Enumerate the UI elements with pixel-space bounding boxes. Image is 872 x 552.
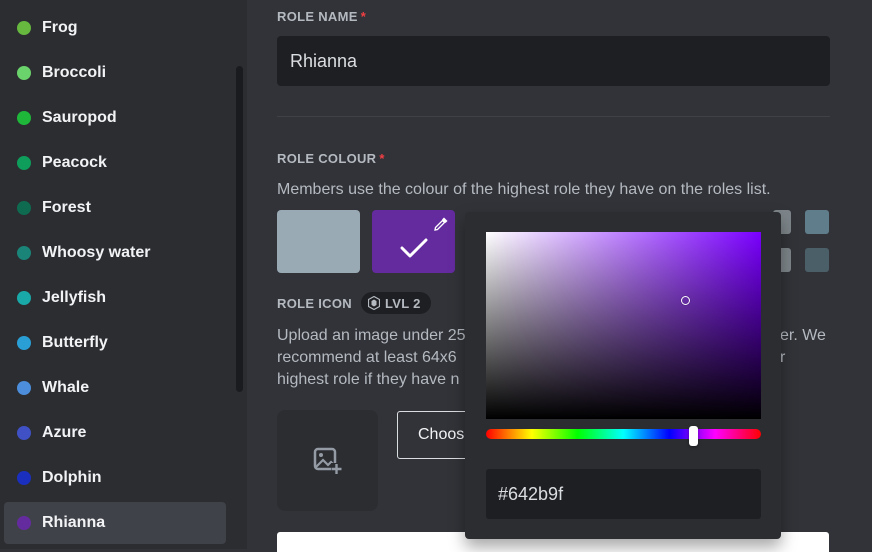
role-colour-dot <box>17 291 31 305</box>
role-name-input[interactable] <box>277 36 830 86</box>
role-label: Sauropod <box>42 109 117 126</box>
role-colour-dot <box>17 156 31 170</box>
colour-swatch[interactable] <box>805 210 829 234</box>
icon-upload-box[interactable] <box>277 410 378 511</box>
sidebar-role-item[interactable]: Butterfly <box>4 322 226 364</box>
role-colour-dot <box>17 336 31 350</box>
role-label: Butterfly <box>42 334 108 351</box>
colour-swatch[interactable] <box>805 248 829 272</box>
role-colour-label: ROLE COLOUR * <box>277 151 385 166</box>
role-colour-dot <box>17 111 31 125</box>
role-colour-dot <box>17 21 31 35</box>
eyedropper-icon[interactable] <box>433 216 449 232</box>
sidebar-role-item[interactable]: Broccoli <box>4 52 226 94</box>
role-colour-dot <box>17 471 31 485</box>
role-colour-description: Members use the colour of the highest ro… <box>277 181 771 198</box>
sidebar-role-item[interactable]: Dolphin <box>4 457 226 499</box>
role-label: Dolphin <box>42 469 102 486</box>
role-colour-dot <box>17 66 31 80</box>
custom-colour-swatch[interactable] <box>372 210 455 273</box>
role-colour-label-text: ROLE COLOUR <box>277 151 377 166</box>
role-icon-description-line1-end: er. We <box>780 327 826 344</box>
role-icon-label: ROLE ICON <box>277 296 352 311</box>
required-asterisk: * <box>379 151 385 166</box>
role-label: Peacock <box>42 154 107 171</box>
hex-colour-input[interactable] <box>486 469 761 519</box>
role-label: Frog <box>42 19 78 36</box>
sidebar-role-item[interactable]: Frog <box>4 7 226 49</box>
default-colour-swatch[interactable] <box>277 210 360 273</box>
required-asterisk: * <box>360 9 367 24</box>
sidebar-scrollbar[interactable] <box>236 66 243 392</box>
saturation-value-area[interactable] <box>486 232 761 419</box>
role-colour-dot <box>17 426 31 440</box>
sidebar-role-item[interactable]: Sauropod <box>4 97 226 139</box>
sidebar-role-item[interactable]: Whale <box>4 367 226 409</box>
role-icon-description-line1: Upload an image under 25 <box>277 327 466 344</box>
saturation-handle[interactable] <box>681 296 690 305</box>
role-colour-dot <box>17 246 31 260</box>
role-icon-description-line3: highest role if they have n <box>277 371 460 388</box>
sidebar-role-item[interactable]: Jellyfish <box>4 277 226 319</box>
role-label: Whale <box>42 379 90 396</box>
role-colour-dot <box>17 516 31 530</box>
role-colour-dot <box>17 381 31 395</box>
role-name-label-text: ROLE NAME <box>277 9 358 24</box>
role-icon-description-line2: recommend at least 64x6 <box>277 349 457 366</box>
add-image-icon <box>313 447 342 474</box>
role-label: Whoosy water <box>42 244 151 261</box>
role-label: Rhianna <box>42 514 106 531</box>
role-colour-dot <box>17 201 31 215</box>
sidebar-role-item[interactable]: Whoosy water <box>4 232 226 274</box>
level-badge-text: LVL 2 <box>385 295 421 311</box>
section-divider <box>277 116 830 117</box>
boost-gem-icon <box>368 296 380 310</box>
sidebar-role-item[interactable]: Rhianna <box>4 502 226 544</box>
hue-slider[interactable] <box>486 429 761 439</box>
sidebar-role-item[interactable]: Peacock <box>4 142 226 184</box>
hue-slider-handle[interactable] <box>689 426 698 446</box>
role-label: Broccoli <box>42 64 107 81</box>
roles-sidebar: Frog Broccoli Sauropod Peacock Forest Whoosy … <box>0 0 247 549</box>
color-picker-popover <box>465 212 781 539</box>
sidebar-role-item[interactable]: Forest <box>4 187 226 229</box>
level-badge: LVL 2 <box>361 292 431 314</box>
role-label: Azure <box>42 424 87 441</box>
role-label: Jellyfish <box>42 289 107 306</box>
sidebar-role-item[interactable]: Azure <box>4 412 226 454</box>
role-name-label: ROLE NAME * <box>277 9 366 24</box>
role-label: Forest <box>42 199 91 216</box>
